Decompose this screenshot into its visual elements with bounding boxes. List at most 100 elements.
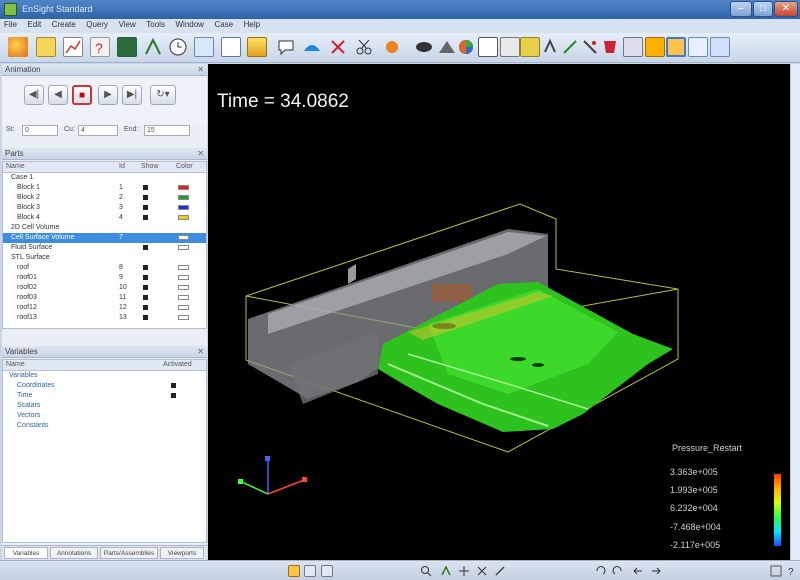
- shape-icon[interactable]: [328, 37, 348, 57]
- grid-icon[interactable]: [304, 565, 316, 577]
- frame-icon[interactable]: [710, 37, 730, 57]
- menu-window[interactable]: Window: [171, 19, 207, 30]
- first-frame-button[interactable]: ◀|: [24, 85, 44, 105]
- menu-query[interactable]: Query: [82, 19, 112, 30]
- table-row[interactable]: roof12 12: [3, 303, 206, 313]
- menu-help[interactable]: Help: [240, 19, 264, 30]
- frame-icon[interactable]: [666, 37, 686, 57]
- menu-tools[interactable]: Tools: [142, 19, 169, 30]
- grid-icon[interactable]: [770, 565, 782, 577]
- color-swatch[interactable]: [178, 205, 189, 210]
- col-name[interactable]: Name: [6, 163, 25, 170]
- close-icon[interactable]: ✕: [197, 148, 204, 160]
- menu-create[interactable]: Create: [48, 19, 80, 30]
- plot-icon[interactable]: [63, 37, 83, 57]
- next-frame-button[interactable]: ▶|: [122, 85, 142, 105]
- visibility-toggle[interactable]: [143, 305, 148, 310]
- list-item[interactable]: Scalars: [3, 401, 206, 411]
- visibility-toggle[interactable]: [143, 205, 148, 210]
- tab-variables[interactable]: Variables: [4, 547, 48, 559]
- col-id[interactable]: Id: [119, 163, 125, 170]
- graphics-viewport[interactable]: Time = 34.0862 Pressure_Restart 3.363e+0…: [208, 64, 790, 560]
- close-button[interactable]: ✕: [774, 1, 798, 17]
- col-name[interactable]: Name: [6, 361, 25, 368]
- end-field[interactable]: 15: [144, 125, 190, 136]
- stop-button[interactable]: ■: [72, 85, 92, 105]
- frame-icon[interactable]: [688, 37, 708, 57]
- color-swatch[interactable]: [178, 285, 189, 290]
- list-item[interactable]: Constants: [3, 421, 206, 431]
- clock-icon[interactable]: [168, 37, 188, 57]
- color-swatch[interactable]: [178, 245, 189, 250]
- table-row[interactable]: Block 4 4: [3, 213, 206, 223]
- color-swatch[interactable]: [178, 315, 189, 320]
- current-field[interactable]: 4: [78, 125, 118, 136]
- hide-icon[interactable]: [456, 37, 476, 57]
- visibility-toggle[interactable]: [143, 185, 148, 190]
- minimize-button[interactable]: –: [730, 1, 752, 17]
- col-show[interactable]: Show: [141, 163, 159, 170]
- maximize-button[interactable]: □: [753, 1, 773, 17]
- table-row[interactable]: roof13 13: [3, 313, 206, 323]
- color-swatch[interactable]: [178, 195, 189, 200]
- monitor-icon[interactable]: [117, 37, 137, 57]
- table-row[interactable]: STL Surface: [3, 253, 206, 263]
- transparency-icon[interactable]: [478, 37, 498, 57]
- probe-icon[interactable]: [382, 37, 402, 57]
- col-color[interactable]: Color: [176, 163, 193, 170]
- arrow-icon[interactable]: [520, 37, 540, 57]
- vector-icon[interactable]: [143, 37, 163, 57]
- table-row[interactable]: Block 3 3: [3, 203, 206, 213]
- list-item[interactable]: Coordinates: [3, 381, 206, 391]
- viewport-scrollbar[interactable]: [790, 64, 800, 560]
- color-swatch[interactable]: [178, 215, 189, 220]
- cut-icon[interactable]: [354, 37, 374, 57]
- list-item[interactable]: Vectors: [3, 411, 206, 421]
- play-button[interactable]: ▶: [98, 85, 118, 105]
- close-icon[interactable]: ✕: [197, 64, 204, 76]
- palette-icon[interactable]: [437, 37, 457, 57]
- annotate-icon[interactable]: [276, 37, 296, 57]
- surface-icon[interactable]: [302, 37, 322, 57]
- table-row[interactable]: roof02 10: [3, 283, 206, 293]
- pick-icon[interactable]: [540, 37, 560, 57]
- redo-icon[interactable]: [612, 565, 624, 577]
- visibility-toggle[interactable]: [143, 215, 148, 220]
- book-icon[interactable]: [194, 37, 214, 57]
- menu-file[interactable]: File: [0, 19, 21, 30]
- camera-icon[interactable]: [623, 37, 643, 57]
- visibility-toggle[interactable]: [143, 265, 148, 270]
- query-icon[interactable]: ?: [90, 37, 110, 57]
- pick-icon[interactable]: [494, 565, 506, 577]
- measure-icon[interactable]: [580, 37, 600, 57]
- table-row[interactable]: Cell Surface Volume 7: [3, 233, 206, 243]
- rotate-icon[interactable]: [440, 565, 452, 577]
- col-activated[interactable]: Activated: [163, 361, 192, 368]
- close-icon[interactable]: ✕: [197, 346, 204, 358]
- redo-icon[interactable]: [650, 565, 662, 577]
- table-row[interactable]: Block 1 1: [3, 183, 206, 193]
- table-row[interactable]: Block 2 2: [3, 193, 206, 203]
- undo-icon[interactable]: [632, 565, 644, 577]
- table-row[interactable]: Fluid Surface: [3, 243, 206, 253]
- color-swatch[interactable]: [178, 295, 189, 300]
- visibility-toggle[interactable]: [143, 315, 148, 320]
- table-row[interactable]: 2D Cell Volume: [3, 223, 206, 233]
- color-icon[interactable]: [247, 37, 267, 57]
- list-item[interactable]: Variables: [3, 371, 206, 381]
- tab-viewports[interactable]: Viewports: [160, 547, 204, 559]
- shade-icon[interactable]: [414, 37, 434, 57]
- start-field[interactable]: 0: [22, 125, 58, 136]
- activated-indicator[interactable]: [171, 393, 176, 398]
- translate-icon[interactable]: [476, 565, 488, 577]
- activated-indicator[interactable]: [171, 383, 176, 388]
- color-swatch[interactable]: [178, 275, 189, 280]
- cube-icon[interactable]: [500, 37, 520, 57]
- undo-icon[interactable]: [594, 565, 606, 577]
- translate-icon[interactable]: [458, 565, 470, 577]
- color-swatch[interactable]: [178, 265, 189, 270]
- visibility-toggle[interactable]: [143, 285, 148, 290]
- bucket-icon[interactable]: [600, 37, 620, 57]
- table-row[interactable]: roof03 11: [3, 293, 206, 303]
- zoom-icon[interactable]: [420, 565, 432, 577]
